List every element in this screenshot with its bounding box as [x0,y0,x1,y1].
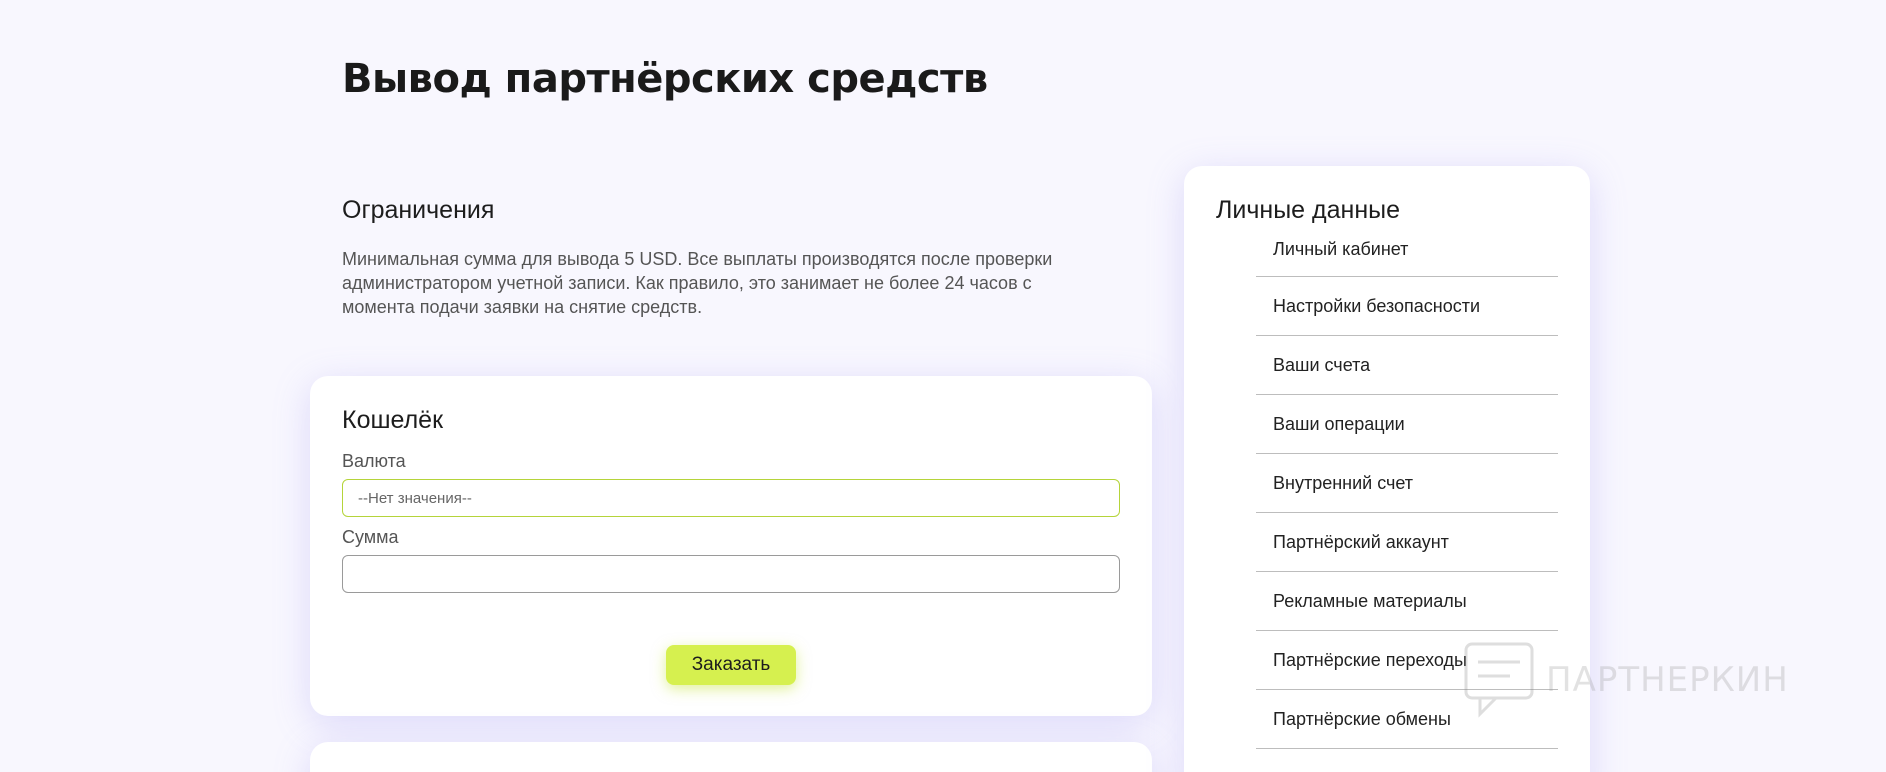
sidebar-item-dashboard[interactable]: Личный кабинет [1256,239,1558,277]
limits-heading: Ограничения [342,196,495,224]
sidebar-item-accounts[interactable]: Ваши счета [1256,336,1558,395]
sidebar-item-partner-account[interactable]: Партнёрский аккаунт [1256,513,1558,572]
sidebar-item-promo-materials[interactable]: Рекламные материалы [1256,572,1558,631]
watermark-text: ПАРТНЕРКИН [1546,660,1789,700]
sidebar-item-security-settings[interactable]: Настройки безопасности [1256,277,1558,336]
next-card [310,742,1152,772]
chat-bubble-icon [1464,642,1534,718]
limits-text: Минимальная сумма для вывода 5 USD. Все … [342,249,1053,317]
amount-input[interactable] [342,555,1120,593]
sidebar-item-operations[interactable]: Ваши операции [1256,395,1558,454]
wallet-card: Кошелёк Валюта --Нет значения-- Сумма За… [310,376,1152,716]
amount-label: Сумма [342,527,399,547]
sidebar-heading: Личные данные [1216,196,1400,224]
limits-section: Ограничения Минимальная сумма для вывода… [342,196,1102,319]
sidebar-item-internal-account[interactable]: Внутренний счет [1256,454,1558,513]
currency-select[interactable]: --Нет значения-- [342,479,1120,517]
order-button[interactable]: Заказать [666,645,796,685]
watermark: ПАРТНЕРКИН [1460,640,1789,720]
currency-label: Валюта [342,451,406,471]
currency-select-value: --Нет значения-- [358,489,472,507]
page-title: Вывод партнёрских средств [342,56,988,102]
wallet-heading: Кошелёк [342,406,444,434]
